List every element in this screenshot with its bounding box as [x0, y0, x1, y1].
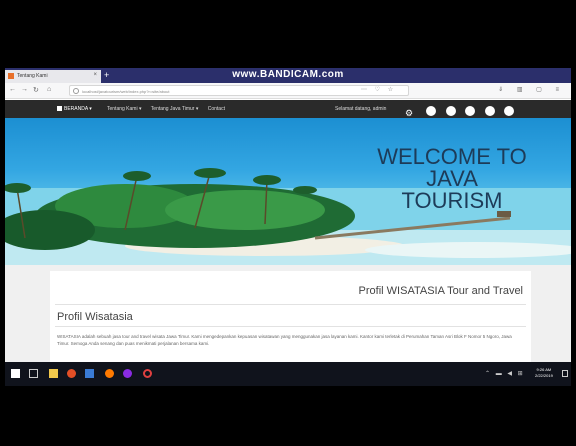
menu-tentang-kami[interactable]: Tentang Kami ▾ — [107, 106, 141, 112]
windows-taskbar: ⌃ ▬ ◀ ⊞ 9:26 AM 2/22/2019 — [5, 362, 571, 386]
home-icon[interactable]: ⌂ — [47, 86, 51, 93]
youtube-icon[interactable] — [504, 106, 515, 116]
system-tray[interactable]: ⌃ ▬ ◀ ⊞ — [485, 370, 525, 377]
reload-icon[interactable]: ↻ — [33, 86, 39, 94]
recorder-watermark: www.BANDICAM.com — [232, 69, 344, 80]
hero-title-line1: WELCOME TO — [377, 144, 527, 169]
gear-icon[interactable]: ⚙ — [405, 108, 417, 118]
home-icon — [57, 106, 62, 111]
divider — [55, 304, 526, 305]
google-icon[interactable] — [445, 106, 456, 116]
menu-tentang-java-timur[interactable]: Tentang Java Timur ▾ — [151, 106, 199, 112]
divider — [55, 326, 526, 327]
card-title: Profil WISATASIA Tour and Travel — [358, 285, 523, 297]
brand-label: BERANDA ▾ — [64, 106, 92, 112]
hero-banner: WELCOME TO JAVA TOURISM — [5, 118, 571, 265]
browser-address-bar: ← → ↻ ⌂ localhost/javatourism/web/index.… — [5, 83, 571, 99]
hero-title-line2: JAVA TOURISM — [401, 166, 503, 213]
browser-toolbar-icons[interactable]: ⇓ ▥ ▢ ≡ — [498, 86, 565, 93]
instagram-icon[interactable] — [484, 106, 495, 116]
firefox-icon[interactable] — [105, 369, 114, 378]
browser-tab-bar: Tentang Kami × + www.BANDICAM.com — [5, 68, 571, 83]
explorer-icon[interactable] — [49, 369, 58, 378]
store-icon[interactable] — [85, 369, 94, 378]
taskview-icon[interactable] — [29, 369, 38, 378]
page-actions[interactable]: ⋯ ♡ ☆ — [361, 86, 396, 93]
main-menu: Tentang Kami ▾ Tentang Java Timur ▾ Cont… — [107, 106, 233, 112]
facebook-icon[interactable] — [426, 106, 437, 116]
back-icon[interactable]: ← — [9, 86, 16, 93]
menu-contact[interactable]: Contact — [208, 106, 225, 112]
start-icon[interactable] — [11, 369, 20, 378]
photoshop-icon[interactable] — [123, 369, 132, 378]
video-frame: Tentang Kami × + www.BANDICAM.com ← → ↻ … — [0, 0, 576, 446]
clock[interactable]: 9:26 AM 2/22/2019 — [535, 367, 553, 379]
site-info-icon[interactable] — [73, 88, 79, 94]
clock-date: 2/22/2019 — [535, 373, 553, 378]
chrome-icon[interactable] — [67, 369, 76, 378]
welcome-user[interactable]: Selamat datang, admin — [335, 106, 386, 112]
media-icon[interactable] — [143, 369, 152, 378]
url-input[interactable]: localhost/javatourism/web/index.php?r=si… — [69, 85, 409, 96]
url-text: localhost/javatourism/web/index.php?r=si… — [82, 89, 170, 94]
profile-paragraph: WISATASIA adalah sebuah jasa tour and tr… — [57, 334, 512, 346]
site-navbar: BERANDA ▾ Tentang Kami ▾ Tentang Java Ti… — [5, 100, 571, 118]
section-title: Profil Wisatasia — [57, 311, 133, 323]
notification-icon[interactable] — [562, 370, 568, 377]
hero-title: WELCOME TO JAVA TOURISM — [377, 146, 527, 212]
nav-beranda[interactable]: BERANDA ▾ — [57, 106, 92, 112]
browser-window: Tentang Kami × + www.BANDICAM.com ← → ↻ … — [5, 68, 571, 386]
twitter-icon[interactable] — [465, 106, 476, 116]
forward-icon[interactable]: → — [21, 86, 28, 93]
